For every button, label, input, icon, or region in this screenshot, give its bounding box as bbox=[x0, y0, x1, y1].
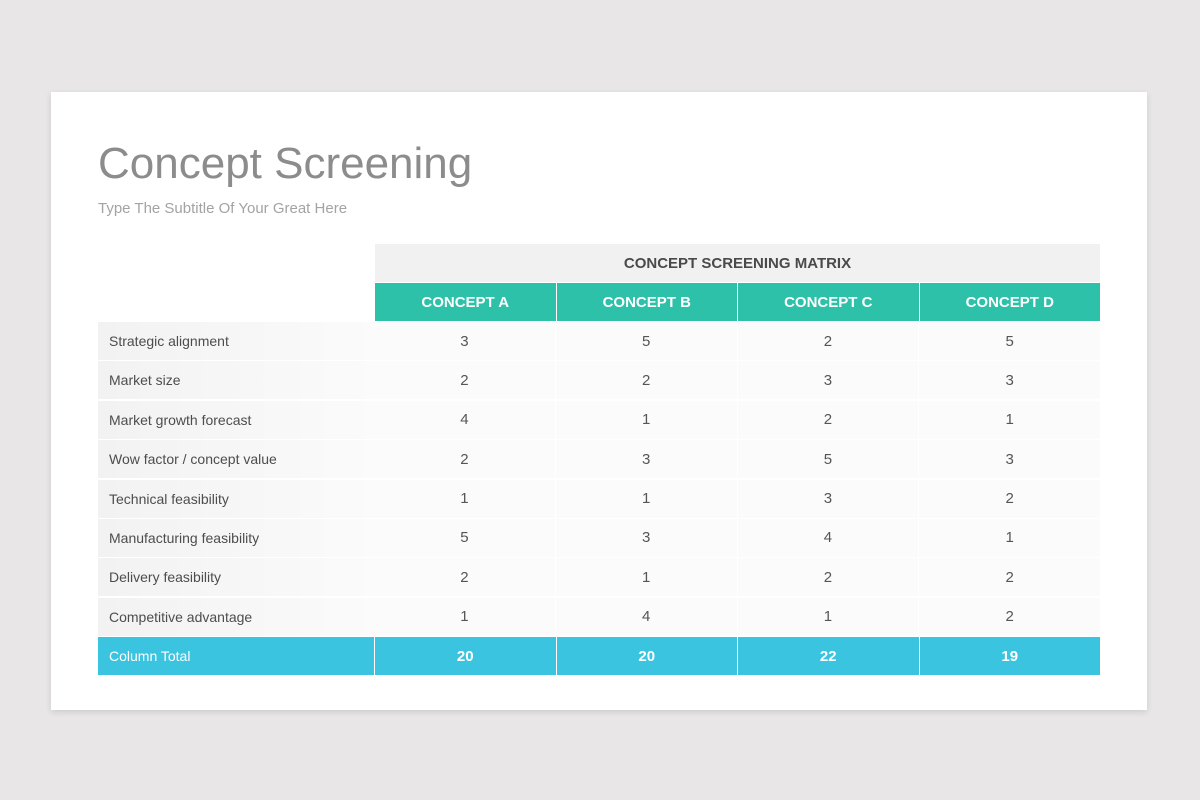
table-row: Strategic alignment 3 5 2 5 bbox=[98, 322, 1100, 360]
cell-value: 4 bbox=[374, 400, 556, 439]
total-row: Column Total 20 20 22 19 bbox=[98, 637, 1100, 675]
total-value-a: 20 bbox=[374, 637, 556, 675]
cell-value: 2 bbox=[374, 440, 556, 479]
cell-value: 5 bbox=[555, 322, 738, 360]
cell-value: 3 bbox=[919, 440, 1100, 479]
cell-value: 5 bbox=[374, 518, 556, 557]
row-label: Wow factor / concept value bbox=[98, 440, 374, 479]
concept-header-b: CONCEPT B bbox=[556, 283, 738, 321]
cell-value: 2 bbox=[374, 558, 556, 597]
cell-value: 1 bbox=[555, 479, 738, 518]
cell-value: 3 bbox=[555, 518, 738, 557]
cell-value: 2 bbox=[919, 558, 1100, 597]
total-value-d: 19 bbox=[918, 637, 1101, 675]
matrix-body: Strategic alignment 3 5 2 5 Market size … bbox=[98, 322, 1100, 637]
cell-value: 1 bbox=[374, 479, 556, 518]
cell-value: 3 bbox=[555, 440, 738, 479]
page-title: Concept Screening bbox=[98, 139, 473, 188]
cell-value: 3 bbox=[737, 479, 920, 518]
cell-value: 1 bbox=[737, 597, 920, 636]
concept-header-row: CONCEPT A CONCEPT B CONCEPT C CONCEPT D bbox=[375, 283, 1100, 321]
table-row: Market growth forecast 4 1 2 1 bbox=[98, 400, 1100, 439]
row-label: Technical feasibility bbox=[98, 479, 374, 518]
total-label: Column Total bbox=[109, 648, 191, 664]
concept-header-a: CONCEPT A bbox=[375, 283, 557, 321]
cell-value: 2 bbox=[374, 361, 556, 400]
cell-value: 1 bbox=[919, 400, 1100, 439]
cell-value: 1 bbox=[555, 558, 738, 597]
row-label: Strategic alignment bbox=[98, 322, 374, 360]
matrix-header: CONCEPT SCREENING MATRIX bbox=[375, 244, 1100, 282]
page-subtitle: Type The Subtitle Of Your Great Here bbox=[98, 200, 348, 217]
cell-value: 2 bbox=[919, 597, 1100, 636]
cell-value: 1 bbox=[919, 518, 1100, 557]
cell-value: 4 bbox=[737, 518, 920, 557]
concept-header-d: CONCEPT D bbox=[919, 283, 1100, 321]
table-row: Manufacturing feasibility 5 3 4 1 bbox=[98, 518, 1100, 557]
cell-value: 1 bbox=[555, 400, 738, 439]
cell-value: 2 bbox=[737, 322, 920, 360]
cell-value: 1 bbox=[374, 597, 556, 636]
cell-value: 3 bbox=[919, 361, 1100, 400]
cell-value: 5 bbox=[919, 322, 1100, 360]
row-label: Market size bbox=[98, 361, 374, 400]
row-label: Delivery feasibility bbox=[98, 558, 374, 597]
cell-value: 2 bbox=[919, 479, 1100, 518]
total-value-b: 20 bbox=[555, 637, 738, 675]
cell-value: 3 bbox=[737, 361, 920, 400]
cell-value: 2 bbox=[737, 558, 920, 597]
table-row: Technical feasibility 1 1 3 2 bbox=[98, 479, 1100, 518]
table-row: Wow factor / concept value 2 3 5 3 bbox=[98, 440, 1100, 479]
slide: Concept Screening Type The Subtitle Of Y… bbox=[51, 92, 1147, 710]
row-label: Manufacturing feasibility bbox=[98, 518, 374, 557]
table-row: Market size 2 2 3 3 bbox=[98, 361, 1100, 400]
cell-value: 2 bbox=[737, 400, 920, 439]
cell-value: 4 bbox=[555, 597, 738, 636]
concept-header-c: CONCEPT C bbox=[738, 283, 920, 321]
row-label: Competitive advantage bbox=[98, 597, 374, 636]
cell-value: 5 bbox=[737, 440, 920, 479]
table-row: Competitive advantage 1 4 1 2 bbox=[98, 597, 1100, 636]
table-row: Delivery feasibility 2 1 2 2 bbox=[98, 558, 1100, 597]
total-value-c: 22 bbox=[737, 637, 919, 675]
row-label: Market growth forecast bbox=[98, 400, 374, 439]
cell-value: 2 bbox=[555, 361, 738, 400]
cell-value: 3 bbox=[374, 322, 556, 360]
